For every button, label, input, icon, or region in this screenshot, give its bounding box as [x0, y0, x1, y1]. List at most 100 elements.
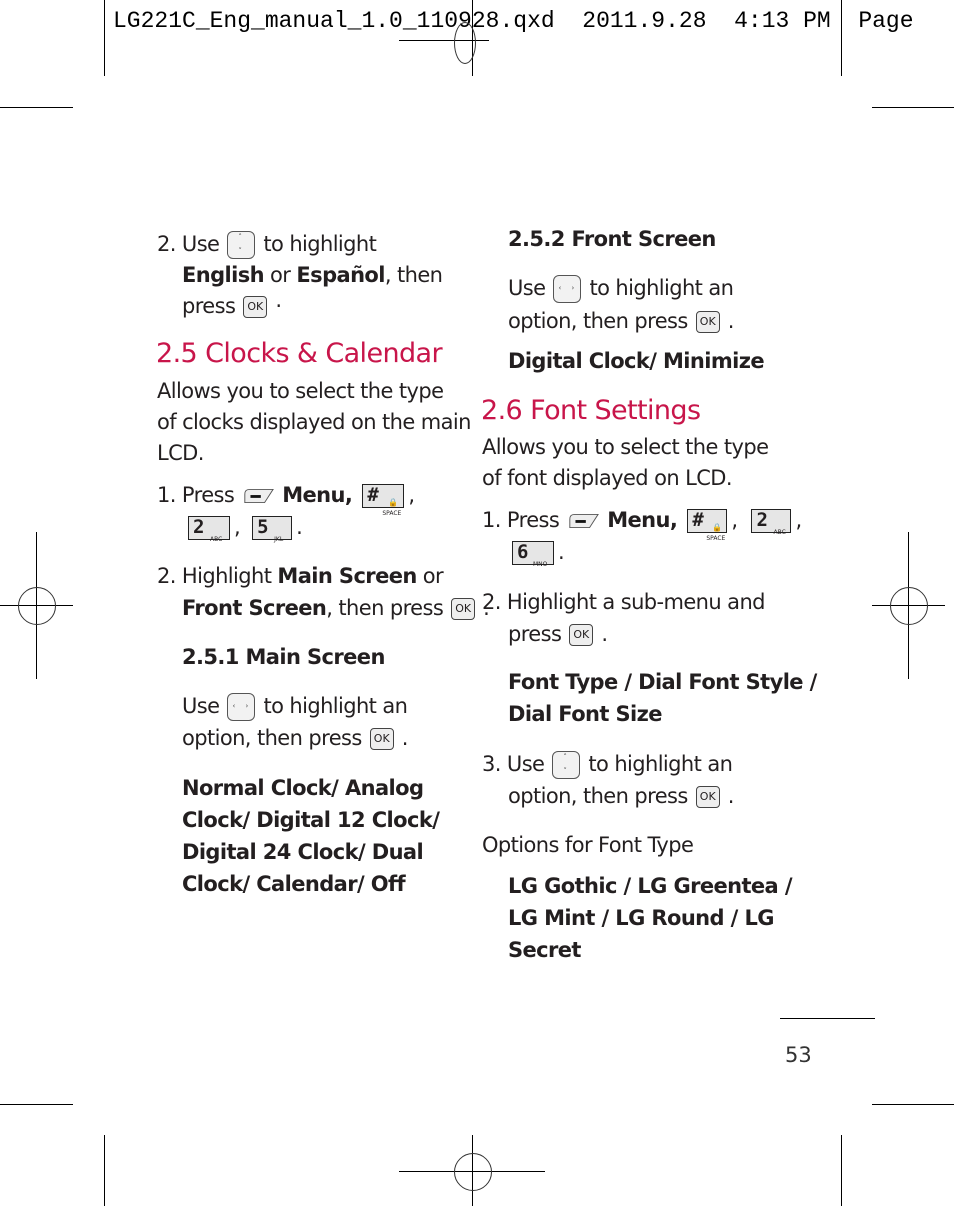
- main-screen-instruction-line2: option, then press OK.: [182, 722, 408, 754]
- font-type-options-label: Options for Font Type: [482, 833, 694, 857]
- text: to highlight an: [588, 752, 733, 776]
- ok-key-icon: OK: [695, 311, 720, 333]
- crop-mark: [872, 107, 954, 108]
- hash-space-key-icon: # SPACE 🔒: [687, 509, 728, 542]
- hash-space-key-icon: # SPACE 🔒: [362, 484, 405, 517]
- left-right-navigation-key-icon: ‹ ›: [553, 275, 582, 303]
- text: Use: [508, 276, 546, 300]
- step-number: 1.: [157, 483, 176, 507]
- step-number: 3.: [482, 752, 501, 776]
- section-heading-clocks-calendar: 2.5 Clocks & Calendar: [156, 338, 443, 369]
- step-3: 3. Use ˄ ˅ to highlight an: [482, 748, 733, 780]
- step-1-line2: 6 MNO.: [508, 536, 565, 568]
- crop-mark: [0, 107, 73, 108]
- step-1: 1. Press Menu, # SPACE 🔒,: [157, 479, 415, 517]
- step-language-line2: English or Español, then: [182, 259, 443, 291]
- ok-key-icon: OK: [695, 786, 720, 808]
- text: .: [727, 784, 735, 808]
- front-screen-options: Digital Clock/ Minimize: [508, 349, 765, 373]
- ok-key-icon: OK: [369, 728, 394, 750]
- key-2-abc-icon: 2 ABC: [751, 509, 792, 536]
- key-2-abc-icon: 2 ABC: [188, 516, 230, 543]
- ok-key-icon: OK: [451, 598, 476, 620]
- left-soft-key-icon: [244, 488, 275, 504]
- text: , then: [384, 263, 443, 287]
- main-screen-options: Clock/ Calendar/ Off: [182, 872, 406, 896]
- text: ,: [731, 508, 738, 532]
- text: to highlight an: [589, 276, 734, 300]
- text: Press: [506, 508, 560, 532]
- text: Highlight a sub-menu and: [506, 590, 766, 614]
- font-type-options: LG Mint / LG Round / LG: [508, 906, 774, 930]
- step-language: 2. Use ˄ ˅ to highlight: [157, 228, 377, 260]
- crop-mark: [872, 1104, 954, 1105]
- text: Use: [181, 232, 220, 256]
- menu-label: Menu,: [607, 508, 678, 532]
- font-submenu-list: Font Type / Dial Font Style /: [508, 670, 817, 694]
- option-main-screen: Main Screen: [277, 564, 417, 588]
- up-down-navigation-key-icon: ˄ ˅: [227, 231, 256, 259]
- front-screen-instruction-line2: option, then press OK.: [508, 305, 734, 337]
- text: or: [416, 564, 444, 588]
- text: .: [296, 515, 303, 539]
- left-right-navigation-key-icon: ‹ ›: [227, 693, 256, 721]
- step-3-line2: option, then press OK.: [508, 780, 734, 812]
- text: press: [182, 294, 236, 318]
- text: ·: [275, 294, 282, 318]
- front-screen-instruction: Use ‹ › to highlight an: [508, 272, 734, 304]
- step-language-line3: press OK ·: [182, 290, 282, 322]
- font-type-options: LG Gothic / LG Greentea /: [508, 874, 793, 898]
- step-number: 2.: [157, 564, 176, 588]
- step-2: 2. Highlight a sub-menu and: [482, 586, 765, 618]
- crop-mark: [0, 1104, 73, 1105]
- font-type-options: Secret: [508, 938, 581, 962]
- key-5-jkl-icon: 5 JKL: [252, 516, 293, 543]
- main-screen-options: Clock/ Digital 12 Clock/: [182, 808, 440, 832]
- text: to highlight: [263, 232, 377, 256]
- section-heading-font-settings: 2.6 Font Settings: [481, 395, 701, 426]
- section-description: of clocks displayed on the main: [157, 410, 471, 434]
- crop-mark: [841, 0, 842, 76]
- up-down-navigation-key-icon: ˄ ˅: [552, 751, 581, 779]
- ok-key-icon: OK: [243, 296, 268, 318]
- main-screen-options: Normal Clock/ Analog: [182, 776, 424, 800]
- step-number: 2.: [157, 232, 176, 256]
- text: option, then press: [508, 309, 688, 333]
- page-number: 53: [785, 1043, 812, 1067]
- text: .: [401, 726, 409, 750]
- section-description: of font displayed on LCD.: [482, 466, 733, 490]
- main-screen-instruction: Use ‹ › to highlight an: [182, 690, 408, 722]
- subsection-heading-front-screen: 2.5.2 Front Screen: [508, 227, 716, 251]
- option-english: English: [182, 263, 265, 287]
- text: .: [727, 309, 735, 333]
- text: .: [558, 540, 565, 564]
- text: or: [263, 263, 297, 287]
- text: Use: [506, 752, 545, 776]
- text: Press: [181, 483, 235, 507]
- text: Use: [182, 694, 220, 718]
- text: ,: [408, 483, 415, 507]
- subsection-heading-main-screen: 2.5.1 Main Screen: [182, 645, 385, 669]
- text: option, then press: [182, 726, 362, 750]
- footer-rule: [780, 1018, 875, 1019]
- key-6-mno-icon: 6 MNO: [512, 541, 554, 568]
- text: Highlight: [181, 564, 278, 588]
- step-2-line2: Front Screen, then press OK.: [182, 592, 490, 624]
- section-description: LCD.: [157, 441, 204, 465]
- section-description: Allows you to select the type: [157, 379, 444, 403]
- registration-mark: [454, 1153, 492, 1191]
- option-espanol: Español: [296, 263, 385, 287]
- crop-mark: [104, 1135, 105, 1206]
- left-soft-key-icon: [569, 513, 600, 529]
- step-2-line2: press OK.: [508, 618, 608, 650]
- ok-key-icon: OK: [569, 624, 594, 646]
- step-1-line2: 2 ABC, 5 JKL.: [184, 511, 303, 543]
- step-1: 1. Press Menu, # SPACE 🔒, 2 ABC,: [482, 504, 802, 542]
- registration-mark: [890, 587, 928, 625]
- registration-mark: [454, 22, 476, 64]
- registration-mark: [18, 587, 56, 625]
- menu-label: Menu,: [282, 483, 353, 507]
- option-front-screen: Front Screen: [182, 596, 327, 620]
- text: , then press: [326, 596, 444, 620]
- text: ,: [234, 515, 241, 539]
